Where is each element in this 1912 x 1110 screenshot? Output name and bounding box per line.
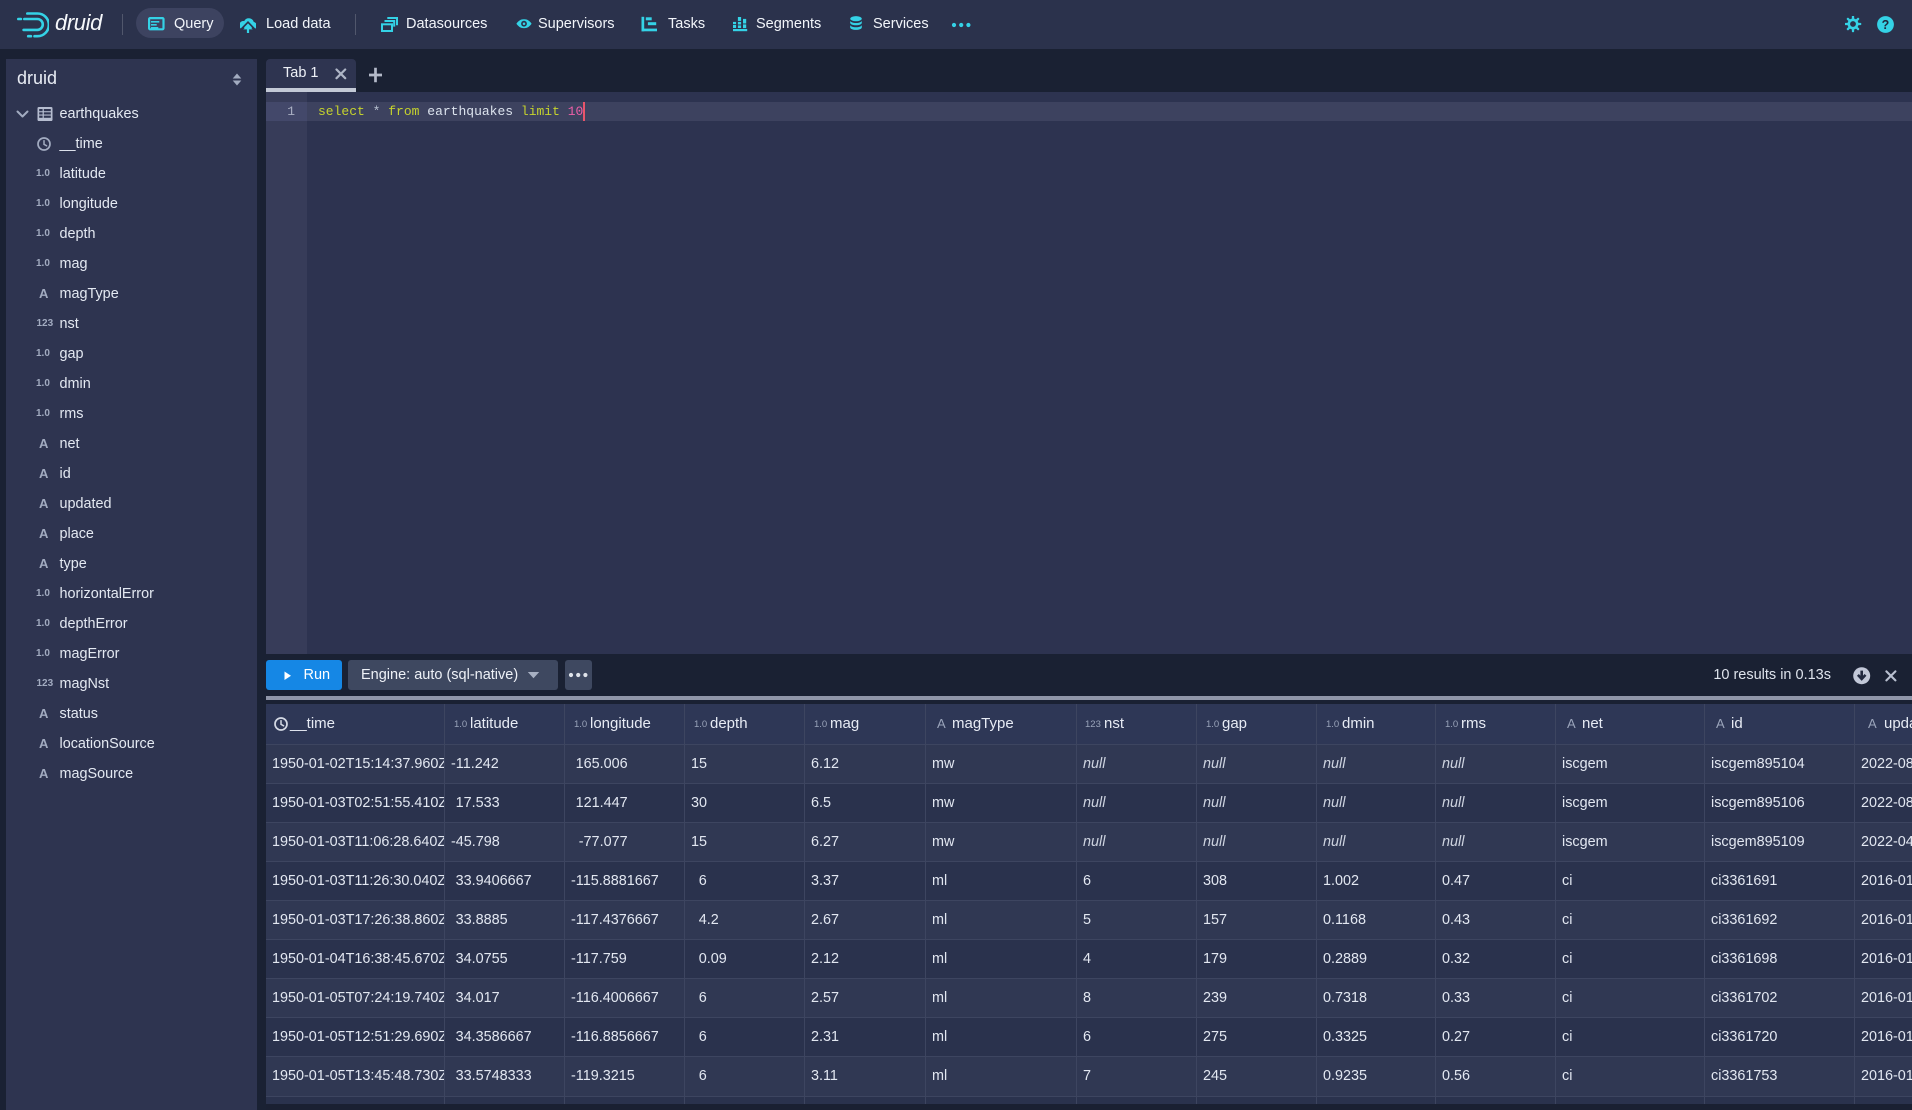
svg-text:?: ? [1881, 18, 1889, 32]
